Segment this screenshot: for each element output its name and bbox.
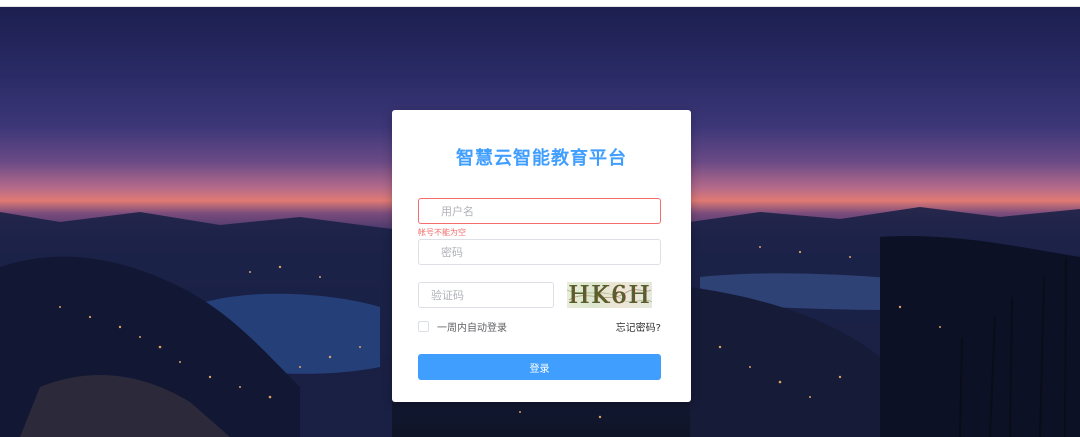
captcha-code: HK6H	[567, 282, 652, 308]
remember-me-label: 一周内自动登录	[437, 323, 507, 334]
captcha-input[interactable]	[418, 282, 554, 308]
username-input[interactable]	[418, 198, 661, 224]
login-card: 智慧云智能教育平台 帐号不能为空 HK6H 一周内自动登录 忘记密码? 登录	[392, 110, 691, 402]
captcha-image[interactable]: HK6H	[567, 282, 652, 308]
login-button[interactable]: 登录	[418, 354, 661, 380]
password-input[interactable]	[418, 239, 661, 265]
platform-title: 智慧云智能教育平台	[456, 148, 627, 169]
top-bar	[0, 0, 1080, 7]
checkbox-box[interactable]	[418, 321, 429, 332]
username-error-message: 帐号不能为空	[418, 228, 466, 237]
forgot-password-link[interactable]: 忘记密码?	[616, 319, 661, 334]
remember-me-checkbox[interactable]: 一周内自动登录	[418, 319, 507, 334]
